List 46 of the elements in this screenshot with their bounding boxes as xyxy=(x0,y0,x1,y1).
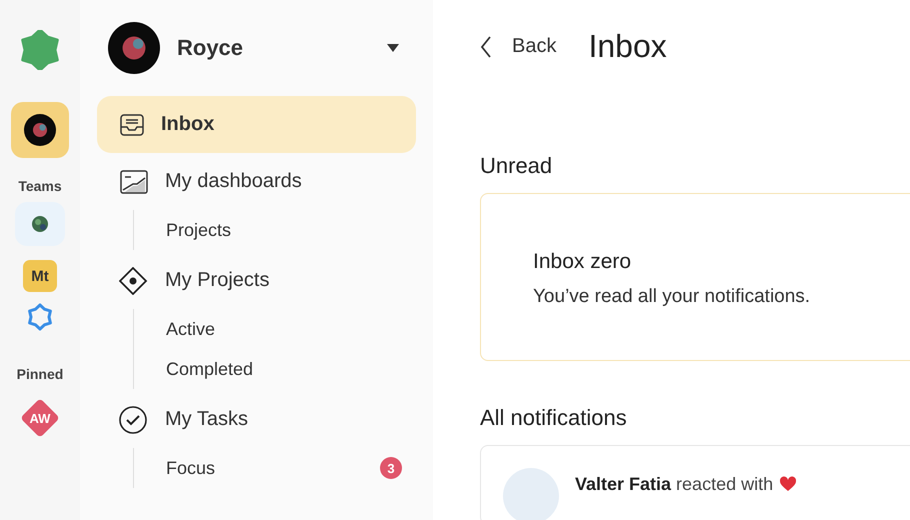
nav-item[interactable]: My dashboards xyxy=(97,153,416,210)
team-button[interactable] xyxy=(15,202,65,246)
subnav-item[interactable]: Projects xyxy=(166,210,416,250)
nav-label: My Projects xyxy=(165,269,270,292)
section-label: Teams xyxy=(18,178,62,194)
subnav-item[interactable]: Active xyxy=(166,309,416,349)
subnav-label: Completed xyxy=(166,358,254,380)
chevron-left-icon xyxy=(480,36,492,58)
nav-label: My dashboards xyxy=(165,170,302,193)
section-heading: Unread xyxy=(480,153,554,179)
subnav-label: Projects xyxy=(166,220,232,240)
pinned-button[interactable]: AW xyxy=(20,398,60,438)
page-title: Inbox xyxy=(588,28,667,65)
star-icon xyxy=(26,303,54,331)
notification-card[interactable]: Valter Fatia reacted with xyxy=(480,445,910,520)
heart-icon xyxy=(779,476,798,492)
nav-item[interactable]: My Tasks xyxy=(97,391,416,448)
subnav-label: Active xyxy=(166,318,216,340)
subnav-item[interactable]: Completed xyxy=(166,349,416,389)
nav-item[interactable]: Inbox xyxy=(97,96,416,153)
workspace-button[interactable] xyxy=(11,102,69,158)
notification-text: Valter Fatia reacted with xyxy=(575,474,774,495)
diamond-icon xyxy=(119,266,149,294)
avatar-icon xyxy=(503,468,559,520)
workspace-switcher[interactable]: Royce xyxy=(97,22,416,74)
section-heading: All notifications xyxy=(480,405,628,431)
workspace-avatar-icon xyxy=(108,22,160,74)
nav-label: My Tasks xyxy=(165,408,248,431)
empty-state-text: You’ve read all your notifications. xyxy=(533,286,812,308)
subnav-item[interactable]: Focus 3 xyxy=(166,448,416,488)
workspace-name: Royce xyxy=(177,35,244,61)
section-label: Pinned xyxy=(16,366,64,382)
team-button[interactable]: Mt xyxy=(23,260,57,292)
empty-state-title: Inbox zero xyxy=(533,250,632,274)
nav-item[interactable]: My Projects xyxy=(97,252,416,309)
globe-icon xyxy=(32,216,48,232)
check-circle-icon xyxy=(119,406,149,434)
caret-icon xyxy=(386,43,400,53)
back-button[interactable]: Back xyxy=(480,35,556,58)
inbox-icon xyxy=(119,112,145,136)
logo-icon[interactable] xyxy=(20,30,60,70)
nav-label: Inbox xyxy=(161,113,214,136)
workspace-avatar-icon xyxy=(24,114,56,146)
subnav-label: Focus xyxy=(166,458,216,478)
count-badge: 3 xyxy=(380,457,402,479)
chart-icon xyxy=(119,168,149,196)
